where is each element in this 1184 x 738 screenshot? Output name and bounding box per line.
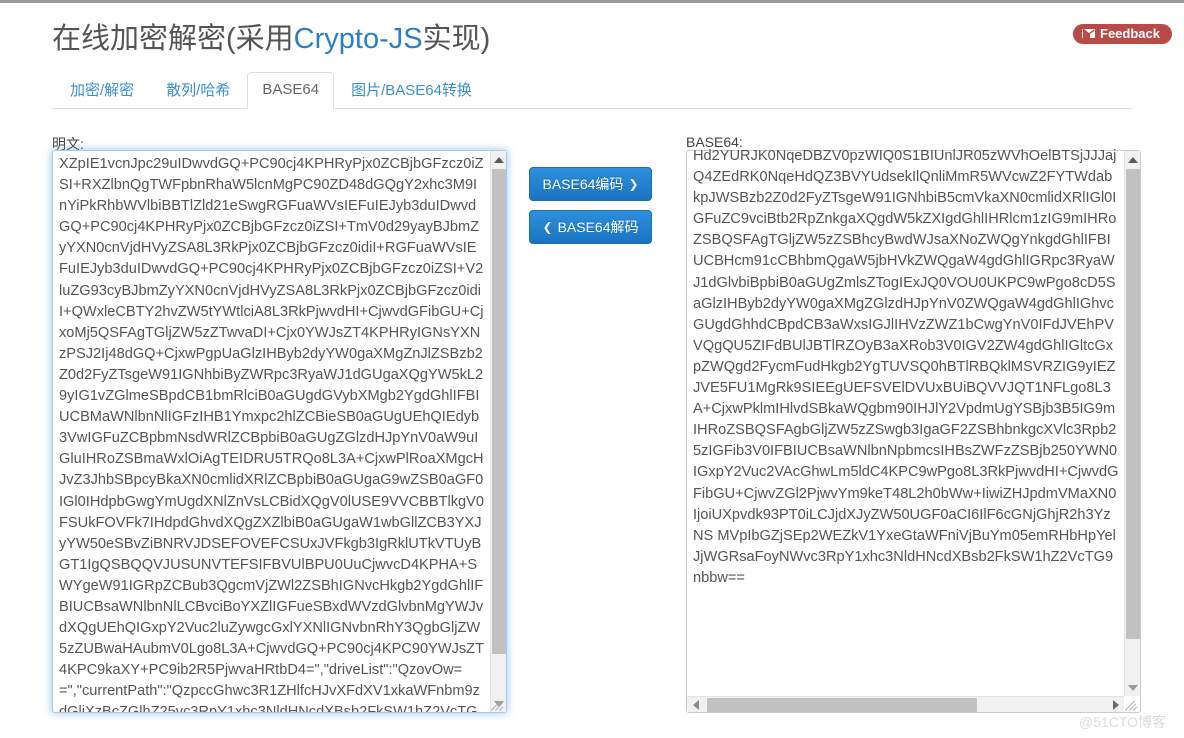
tab-bar: 加密/解密 散列/哈希 BASE64 图片/BASE64转换 <box>52 72 1132 109</box>
plaintext-value[interactable]: XZpIE1vcnJpc29uIDwvdGQ+PC90cj4KPHRyPjx0Z… <box>53 151 491 712</box>
plaintext-textarea[interactable]: XZpIE1vcnJpc29uIDwvdGQ+PC90cj4KPHRyPjx0Z… <box>52 150 507 713</box>
chevron-left-icon: ❮ <box>542 220 553 234</box>
page-title-pre: 在线加密解密(采用 <box>52 23 294 55</box>
chevron-right-icon: ❯ <box>628 177 639 191</box>
tab-hash[interactable]: 散列/哈希 <box>151 73 245 109</box>
page-title: 在线加密解密(采用Crypto-JS实现) <box>52 15 490 57</box>
scroll-down-icon[interactable] <box>1125 679 1141 696</box>
scroll-up-icon[interactable] <box>491 151 507 168</box>
plaintext-vertical-scrollbar[interactable] <box>490 151 506 712</box>
watermark: @51CTO博客 <box>1078 714 1166 730</box>
base64-encode-button[interactable]: BASE64编码 ❯ <box>529 167 652 201</box>
base64-textarea[interactable]: Hd2YURJK0NqeDBZV0pzWIQ0S1BIUnlJR05zWVhOe… <box>686 148 1141 713</box>
envelope-icon <box>1082 29 1096 38</box>
base64-decode-button[interactable]: ❮ BASE64解码 <box>529 210 652 244</box>
tab-base64[interactable]: BASE64 <box>247 72 335 109</box>
scrollbar-thumb-horizontal[interactable] <box>707 698 977 712</box>
resize-grip[interactable] <box>1124 696 1139 711</box>
resize-grip[interactable] <box>490 696 505 711</box>
scroll-up-icon[interactable] <box>1125 151 1141 168</box>
base64-horizontal-scrollbar[interactable] <box>687 696 1124 712</box>
page-title-accent: Crypto-JS <box>293 23 423 55</box>
scroll-left-icon[interactable] <box>687 697 704 713</box>
action-button-group: BASE64编码 ❯ ❮ BASE64解码 <box>529 167 652 244</box>
feedback-button[interactable]: Feedback <box>1073 24 1172 44</box>
scroll-right-icon[interactable] <box>1107 697 1124 713</box>
feedback-label: Feedback <box>1100 26 1160 41</box>
base64-vertical-scrollbar[interactable] <box>1124 151 1140 696</box>
scrollbar-thumb[interactable] <box>492 169 506 654</box>
base64-decode-label: BASE64解码 <box>557 219 639 235</box>
page-root: 在线加密解密(采用Crypto-JS实现) Feedback 加密/解密 散列/… <box>0 0 1184 738</box>
base64-encode-label: BASE64编码 <box>542 176 624 192</box>
tab-encrypt-decrypt[interactable]: 加密/解密 <box>55 73 149 109</box>
tab-image-base64[interactable]: 图片/BASE64转换 <box>336 73 487 109</box>
scrollbar-thumb[interactable] <box>1126 169 1140 639</box>
base64-value[interactable]: Hd2YURJK0NqeDBZV0pzWIQ0S1BIUnlJR05zWVhOe… <box>687 143 1125 688</box>
page-title-post: 实现) <box>422 23 491 55</box>
